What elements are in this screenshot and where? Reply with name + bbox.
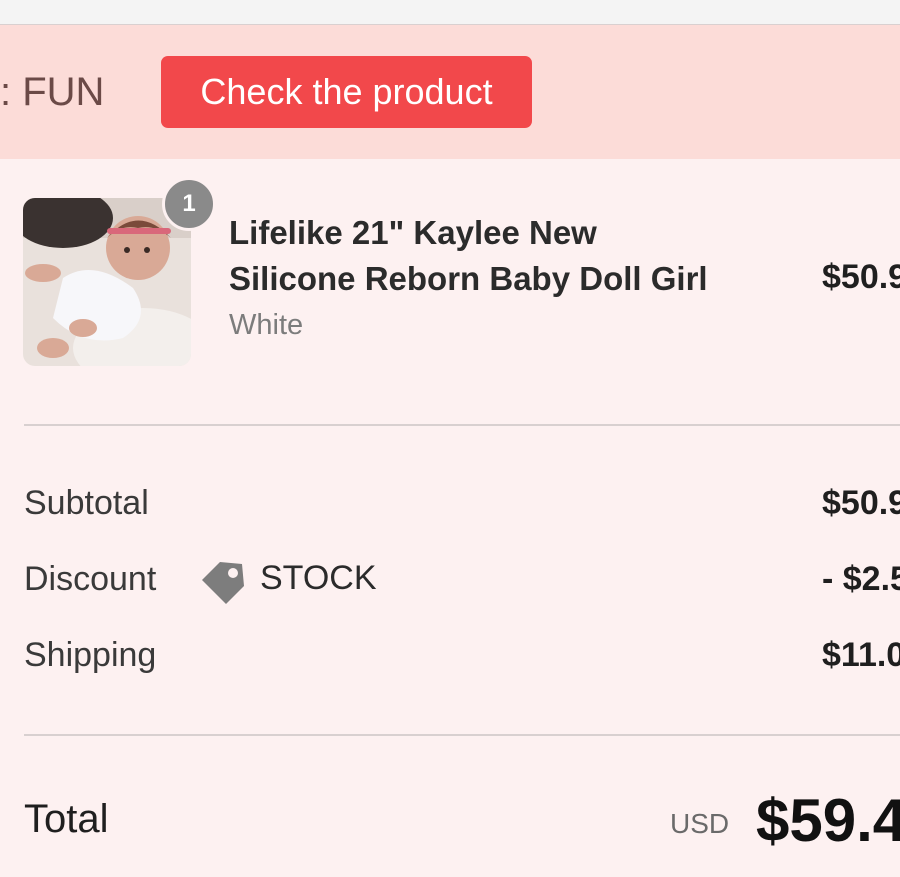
total-label: Total bbox=[24, 797, 109, 841]
shipping-label: Shipping bbox=[24, 636, 157, 674]
promo-code-text: : FUN bbox=[0, 70, 105, 114]
discount-value: - $2.5 bbox=[822, 560, 900, 598]
discount-code: STOCK bbox=[260, 559, 377, 597]
currency-label: USD bbox=[670, 808, 730, 839]
product-thumbnail[interactable] bbox=[23, 198, 191, 366]
quantity-badge: 1 bbox=[162, 177, 216, 231]
tag-icon bbox=[202, 562, 244, 604]
total-amount: $59.4 bbox=[756, 787, 900, 854]
subtotal-label: Subtotal bbox=[24, 484, 149, 522]
top-status-bar bbox=[0, 0, 900, 25]
divider bbox=[24, 734, 900, 736]
subtotal-value: $50.9 bbox=[822, 484, 900, 522]
product-variant: White bbox=[229, 309, 304, 341]
product-title-line2: Silicone Reborn Baby Doll Girl bbox=[229, 260, 708, 297]
check-product-button[interactable]: Check the product bbox=[161, 56, 532, 128]
divider bbox=[24, 424, 900, 426]
shipping-value: $11.0 bbox=[822, 636, 900, 674]
discount-label: Discount bbox=[24, 560, 157, 598]
product-title[interactable]: Lifelike 21" Kaylee New Silicone Reborn … bbox=[229, 210, 769, 302]
product-price: $50.9 bbox=[822, 258, 900, 296]
product-title-line1: Lifelike 21" Kaylee New bbox=[229, 214, 597, 251]
